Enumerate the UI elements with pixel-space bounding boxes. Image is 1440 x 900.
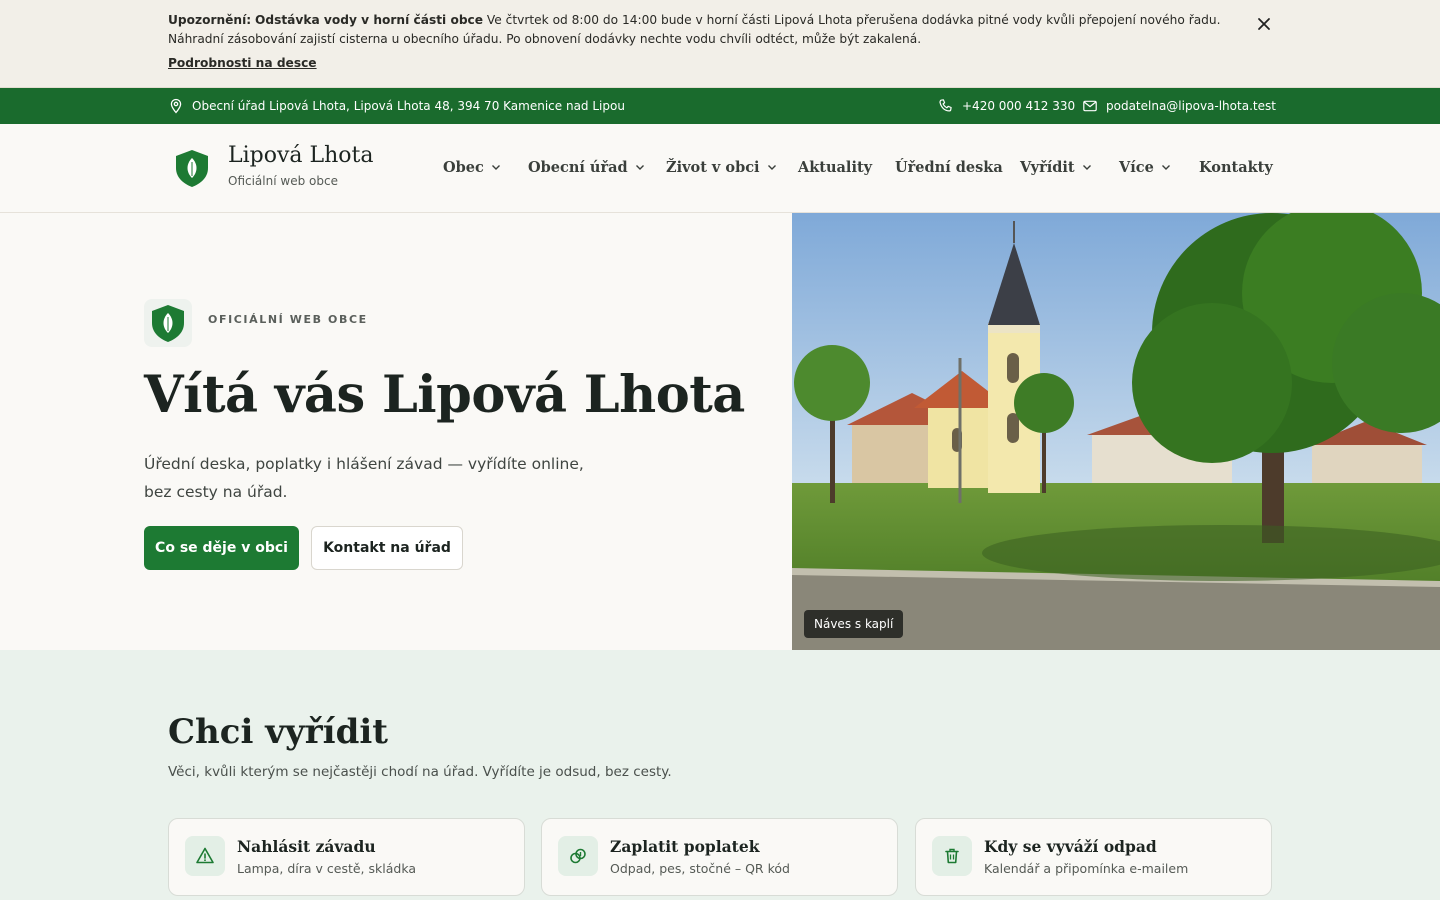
site-name[interactable]: Lipová Lhota [228, 143, 374, 168]
nav-vice[interactable]: Více [1119, 155, 1172, 179]
close-icon[interactable] [1254, 14, 1274, 34]
nav-vice-label: Více [1119, 158, 1154, 176]
hero-shield-icon [144, 299, 192, 347]
services-title: Chci vyřídit [168, 712, 388, 752]
alert-text: Upozornění: Odstávka vody v horní části … [168, 11, 1238, 49]
chevron-down-icon [1082, 165, 1091, 170]
events-button[interactable]: Co se děje v obci [144, 526, 299, 570]
nav-kontakty-label: Kontakty [1199, 158, 1273, 176]
card-desc: Lampa, díra v cestě, skládka [237, 861, 417, 876]
nav-vyridit-label: Vyřídit [1020, 158, 1075, 176]
service-card-report[interactable]: Nahlásit závadu Lampa, díra v cestě, skl… [168, 818, 525, 896]
nav-kontakty[interactable]: Kontakty [1199, 155, 1273, 179]
contact-office-button[interactable]: Kontakt na úřad [311, 526, 463, 570]
card-desc: Odpad, pes, stočné – QR kód [610, 861, 790, 876]
map-pin-icon [170, 98, 182, 114]
hero: OFICIÁLNÍ WEB OBCE Vítá vás Lipová Lhota… [0, 213, 792, 650]
nav-uredni-deska-label: Úřední deska [895, 158, 1003, 176]
nav-vyridit[interactable]: Vyřídit [1020, 155, 1093, 179]
village-chapel-image [792, 213, 1440, 650]
site-tagline: Oficiální web obce [228, 174, 338, 188]
services-section: Chci vyřídit Věci, kvůli kterým se nejča… [0, 650, 1440, 900]
nav-aktuality[interactable]: Aktuality [798, 155, 872, 179]
phone-icon [939, 99, 952, 112]
service-card-pay[interactable]: Zaplatit poplatek Odpad, pes, stočné – Q… [541, 818, 898, 896]
mail-icon [1083, 100, 1097, 112]
phone-link[interactable]: +420 000 412 330 [938, 88, 1075, 124]
nav-aktuality-label: Aktuality [798, 158, 873, 176]
phone-text: +420 000 412 330 [962, 99, 1076, 113]
services-subtitle: Věci, kvůli kterým se nejčastěji chodí n… [168, 764, 672, 780]
chevron-down-icon [635, 165, 644, 170]
logo-shield-icon[interactable] [170, 146, 214, 190]
trash-icon [932, 836, 972, 876]
warning-icon [185, 836, 225, 876]
card-title: Zaplatit poplatek [610, 837, 760, 856]
coins-icon [558, 836, 598, 876]
chevron-down-icon [1161, 165, 1170, 170]
card-title: Kdy se vyváží odpad [984, 837, 1157, 856]
alert-banner: Upozornění: Odstávka vody v horní části … [0, 0, 1440, 88]
chevron-down-icon [491, 165, 500, 170]
address-text: Obecní úřad Lipová Lhota, Lipová Lhota 4… [192, 99, 625, 113]
hero-title: Vítá vás Lipová Lhota [144, 365, 745, 425]
alert-details-link[interactable]: Podrobnosti na desce [168, 56, 317, 70]
address-item: Obecní úřad Lipová Lhota, Lipová Lhota 4… [168, 88, 625, 124]
hero-kicker: OFICIÁLNÍ WEB OBCE [208, 313, 368, 326]
nav-obecni-urad[interactable]: Obecní úřad [528, 155, 646, 179]
photo-caption: Náves s kaplí [804, 610, 904, 638]
nav-obec[interactable]: Obec [443, 155, 502, 179]
nav-obecni-urad-label: Obecní úřad [528, 158, 628, 176]
email-link[interactable]: podatelna@lipova-lhota.test [1082, 88, 1276, 124]
service-card-waste[interactable]: Kdy se vyváží odpad Kalendář a připomínk… [915, 818, 1272, 896]
email-text: podatelna@lipova-lhota.test [1106, 99, 1276, 113]
alert-prefix: Upozornění: [168, 13, 252, 27]
nav-zivot-v-obci[interactable]: Život v obci [666, 155, 778, 179]
site-header: Lipová Lhota Oficiální web obce Obec Obe… [0, 124, 1440, 213]
hero-photo: Náves s kaplí [792, 213, 1440, 650]
card-desc: Kalendář a připomínka e-mailem [984, 861, 1189, 876]
nav-uredni-deska[interactable]: Úřední deska [895, 155, 1003, 179]
contact-bar: Obecní úřad Lipová Lhota, Lipová Lhota 4… [0, 88, 1440, 124]
nav-obec-label: Obec [443, 158, 484, 176]
alert-headline: Odstávka vody v horní části obce [255, 13, 484, 27]
chevron-down-icon [767, 165, 776, 170]
hero-lead: Úřední deska, poplatky i hlášení závad —… [144, 455, 584, 501]
nav-zivot-label: Život v obci [666, 158, 760, 176]
card-title: Nahlásit závadu [237, 837, 376, 856]
